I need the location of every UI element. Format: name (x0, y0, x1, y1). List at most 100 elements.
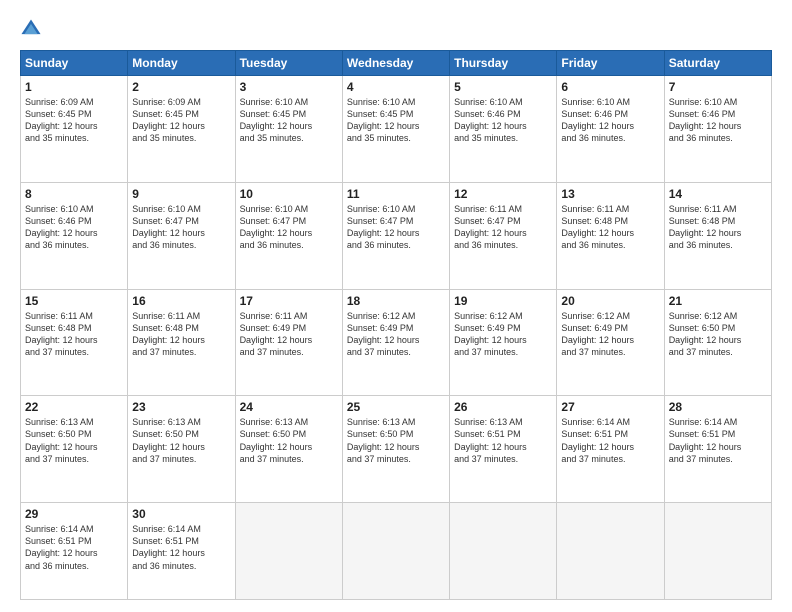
day-number: 23 (132, 400, 230, 414)
day-info: Sunrise: 6:11 AM Sunset: 6:48 PM Dayligh… (25, 310, 123, 359)
day-info: Sunrise: 6:10 AM Sunset: 6:46 PM Dayligh… (454, 96, 552, 145)
day-info: Sunrise: 6:10 AM Sunset: 6:46 PM Dayligh… (25, 203, 123, 252)
day-cell-25: 25 Sunrise: 6:13 AM Sunset: 6:50 PM Dayli… (342, 396, 449, 503)
day-number: 25 (347, 400, 445, 414)
day-info: Sunrise: 6:14 AM Sunset: 6:51 PM Dayligh… (561, 416, 659, 465)
day-cell-26: 26Sunrise: 6:13 AM Sunset: 6:51 PM Dayli… (450, 396, 557, 503)
day-number: 7 (669, 80, 767, 94)
day-info: Sunrise: 6:14 AM Sunset: 6:51 PM Dayligh… (132, 523, 230, 572)
weekday-header-wednesday: Wednesday (342, 51, 449, 76)
day-info: Sunrise: 6:09 AM Sunset: 6:45 PM Dayligh… (25, 96, 123, 145)
day-info: Sunrise: 6:13 AM Sunset: 6:50 PM Dayligh… (132, 416, 230, 465)
day-info: Sunrise: 6:14 AM Sunset: 6:51 PM Dayligh… (25, 523, 123, 572)
day-info: Sunrise: 6:11 AM Sunset: 6:48 PM Dayligh… (561, 203, 659, 252)
day-cell-7: 7 Sunrise: 6:10 AM Sunset: 6:46 PM Daylig… (664, 76, 771, 183)
day-number: 24 (240, 400, 338, 414)
day-cell-3: 3 Sunrise: 6:10 AM Sunset: 6:45 PM Daylig… (235, 76, 342, 183)
day-info: Sunrise: 6:12 AM Sunset: 6:49 PM Dayligh… (347, 310, 445, 359)
day-info: Sunrise: 6:10 AM Sunset: 6:45 PM Dayligh… (347, 96, 445, 145)
day-cell-18: 18 Sunrise: 6:12 AM Sunset: 6:49 PM Dayli… (342, 289, 449, 396)
day-cell-8: 8 Sunrise: 6:10 AM Sunset: 6:46 PM Daylig… (21, 182, 128, 289)
day-number: 19 (454, 294, 552, 308)
day-number: 5 (454, 80, 552, 94)
day-info: Sunrise: 6:10 AM Sunset: 6:47 PM Dayligh… (347, 203, 445, 252)
day-number: 1 (25, 80, 123, 94)
day-info: Sunrise: 6:11 AM Sunset: 6:48 PM Dayligh… (669, 203, 767, 252)
day-cell-17: 17 Sunrise: 6:11 AM Sunset: 6:49 PM Dayli… (235, 289, 342, 396)
day-number: 6 (561, 80, 659, 94)
day-number: 3 (240, 80, 338, 94)
day-cell-20: 20Sunrise: 6:12 AM Sunset: 6:49 PM Dayli… (557, 289, 664, 396)
header (20, 18, 772, 40)
page: SundayMondayTuesdayWednesdayThursdayFrid… (0, 0, 792, 612)
week-row-3: 15 Sunrise: 6:11 AM Sunset: 6:48 PM Dayli… (21, 289, 772, 396)
day-cell-11: 11 Sunrise: 6:10 AM Sunset: 6:47 PM Dayli… (342, 182, 449, 289)
day-number: 8 (25, 187, 123, 201)
weekday-header-sunday: Sunday (21, 51, 128, 76)
day-cell-4: 4 Sunrise: 6:10 AM Sunset: 6:45 PM Daylig… (342, 76, 449, 183)
day-info: Sunrise: 6:10 AM Sunset: 6:47 PM Dayligh… (132, 203, 230, 252)
day-number: 14 (669, 187, 767, 201)
day-info: Sunrise: 6:13 AM Sunset: 6:50 PM Dayligh… (347, 416, 445, 465)
empty-cell (664, 503, 771, 600)
day-info: Sunrise: 6:10 AM Sunset: 6:46 PM Dayligh… (669, 96, 767, 145)
week-row-1: 1 Sunrise: 6:09 AM Sunset: 6:45 PM Daylig… (21, 76, 772, 183)
day-cell-16: 16 Sunrise: 6:11 AM Sunset: 6:48 PM Dayli… (128, 289, 235, 396)
day-info: Sunrise: 6:10 AM Sunset: 6:45 PM Dayligh… (240, 96, 338, 145)
day-cell-15: 15 Sunrise: 6:11 AM Sunset: 6:48 PM Dayli… (21, 289, 128, 396)
day-info: Sunrise: 6:11 AM Sunset: 6:47 PM Dayligh… (454, 203, 552, 252)
day-number: 4 (347, 80, 445, 94)
day-info: Sunrise: 6:11 AM Sunset: 6:48 PM Dayligh… (132, 310, 230, 359)
day-cell-23: 23 Sunrise: 6:13 AM Sunset: 6:50 PM Dayli… (128, 396, 235, 503)
weekday-header-thursday: Thursday (450, 51, 557, 76)
weekday-header-friday: Friday (557, 51, 664, 76)
day-cell-24: 24 Sunrise: 6:13 AM Sunset: 6:50 PM Dayli… (235, 396, 342, 503)
day-cell-22: 22 Sunrise: 6:13 AM Sunset: 6:50 PM Dayli… (21, 396, 128, 503)
logo-icon (20, 18, 42, 40)
day-info: Sunrise: 6:11 AM Sunset: 6:49 PM Dayligh… (240, 310, 338, 359)
day-number: 11 (347, 187, 445, 201)
day-number: 9 (132, 187, 230, 201)
day-cell-2: 2Sunrise: 6:09 AM Sunset: 6:45 PM Daylig… (128, 76, 235, 183)
day-number: 16 (132, 294, 230, 308)
day-cell-13: 13Sunrise: 6:11 AM Sunset: 6:48 PM Dayli… (557, 182, 664, 289)
day-cell-21: 21Sunrise: 6:12 AM Sunset: 6:50 PM Dayli… (664, 289, 771, 396)
week-row-4: 22 Sunrise: 6:13 AM Sunset: 6:50 PM Dayli… (21, 396, 772, 503)
day-cell-6: 6 Sunrise: 6:10 AM Sunset: 6:46 PM Daylig… (557, 76, 664, 183)
day-info: Sunrise: 6:10 AM Sunset: 6:47 PM Dayligh… (240, 203, 338, 252)
day-info: Sunrise: 6:10 AM Sunset: 6:46 PM Dayligh… (561, 96, 659, 145)
day-number: 18 (347, 294, 445, 308)
week-row-2: 8 Sunrise: 6:10 AM Sunset: 6:46 PM Daylig… (21, 182, 772, 289)
day-number: 22 (25, 400, 123, 414)
day-number: 10 (240, 187, 338, 201)
day-cell-19: 19 Sunrise: 6:12 AM Sunset: 6:49 PM Dayli… (450, 289, 557, 396)
day-cell-12: 12 Sunrise: 6:11 AM Sunset: 6:47 PM Dayli… (450, 182, 557, 289)
day-number: 29 (25, 507, 123, 521)
day-number: 26 (454, 400, 552, 414)
empty-cell (557, 503, 664, 600)
day-number: 28 (669, 400, 767, 414)
weekday-header-saturday: Saturday (664, 51, 771, 76)
day-number: 12 (454, 187, 552, 201)
weekday-header-tuesday: Tuesday (235, 51, 342, 76)
day-number: 15 (25, 294, 123, 308)
day-cell-27: 27 Sunrise: 6:14 AM Sunset: 6:51 PM Dayli… (557, 396, 664, 503)
day-cell-5: 5 Sunrise: 6:10 AM Sunset: 6:46 PM Daylig… (450, 76, 557, 183)
day-number: 2 (132, 80, 230, 94)
day-cell-30: 30Sunrise: 6:14 AM Sunset: 6:51 PM Dayli… (128, 503, 235, 600)
day-cell-10: 10 Sunrise: 6:10 AM Sunset: 6:47 PM Dayli… (235, 182, 342, 289)
day-number: 17 (240, 294, 338, 308)
weekday-header-row: SundayMondayTuesdayWednesdayThursdayFrid… (21, 51, 772, 76)
day-number: 27 (561, 400, 659, 414)
day-cell-1: 1 Sunrise: 6:09 AM Sunset: 6:45 PM Daylig… (21, 76, 128, 183)
day-info: Sunrise: 6:13 AM Sunset: 6:50 PM Dayligh… (240, 416, 338, 465)
day-info: Sunrise: 6:12 AM Sunset: 6:49 PM Dayligh… (561, 310, 659, 359)
day-info: Sunrise: 6:14 AM Sunset: 6:51 PM Dayligh… (669, 416, 767, 465)
day-info: Sunrise: 6:13 AM Sunset: 6:50 PM Dayligh… (25, 416, 123, 465)
weekday-header-monday: Monday (128, 51, 235, 76)
week-row-5: 29 Sunrise: 6:14 AM Sunset: 6:51 PM Dayli… (21, 503, 772, 600)
day-info: Sunrise: 6:12 AM Sunset: 6:49 PM Dayligh… (454, 310, 552, 359)
day-info: Sunrise: 6:12 AM Sunset: 6:50 PM Dayligh… (669, 310, 767, 359)
calendar: SundayMondayTuesdayWednesdayThursdayFrid… (20, 50, 772, 600)
day-cell-9: 9 Sunrise: 6:10 AM Sunset: 6:47 PM Daylig… (128, 182, 235, 289)
